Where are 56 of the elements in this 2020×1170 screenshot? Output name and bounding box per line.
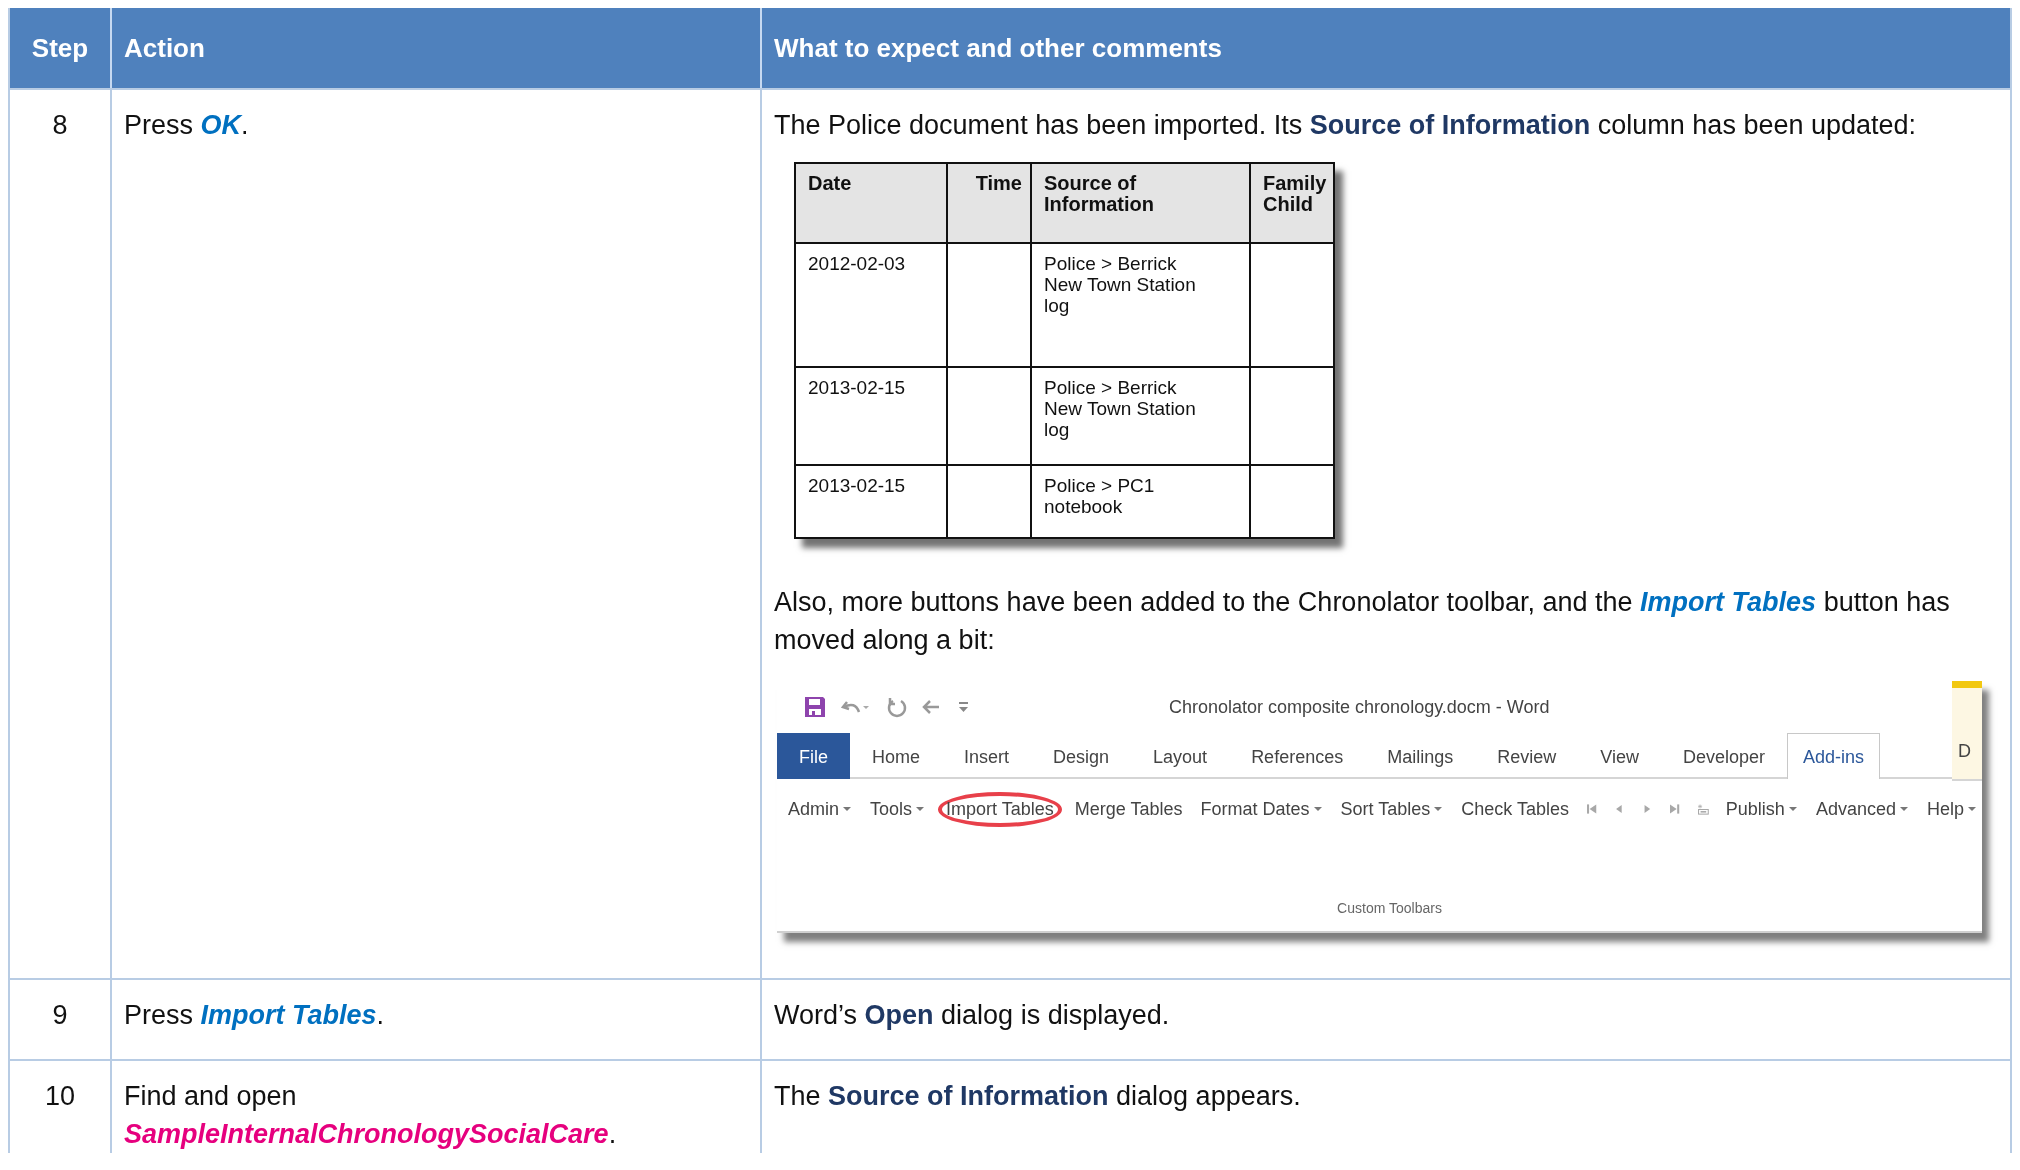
column-header: What to expect and other comments bbox=[760, 8, 2010, 88]
caret-icon bbox=[1312, 805, 1323, 813]
ribbon-tab[interactable]: Add-ins bbox=[1787, 733, 1881, 779]
ribbon-tab[interactable]: File bbox=[777, 733, 850, 779]
window-title: Chronolator composite chronology.docm - Word bbox=[1169, 696, 1550, 719]
ribbon-tab[interactable]: References bbox=[1229, 733, 1366, 779]
comment-text: The Source of Information dialog appears. bbox=[774, 1080, 1302, 1113]
action-text: Press OK. bbox=[124, 110, 249, 140]
comment-text: The Police document has been imported. Its Source of Information column has been updated: bbox=[774, 109, 1918, 142]
group-label: Custom Toolbars bbox=[1336, 899, 1443, 918]
table-cell: Police > Berrick New Town Station log bbox=[1044, 253, 1196, 316]
menu-button[interactable]: Publish bbox=[1720, 792, 1803, 826]
menu-button[interactable]: Advanced bbox=[1810, 792, 1914, 826]
table-header-cell: Date bbox=[795, 163, 947, 243]
toolbar-button[interactable]: Import Tables bbox=[938, 791, 1062, 827]
ribbon-tab[interactable]: Design bbox=[1031, 733, 1132, 779]
table-cell: Police > Berrick New Town Station log bbox=[1044, 377, 1196, 440]
caret-icon bbox=[842, 805, 853, 813]
ribbon-tab[interactable]: Layout bbox=[1131, 733, 1230, 779]
ribbon-tab[interactable]: Developer bbox=[1660, 733, 1787, 779]
ribbon-tab[interactable]: Mailings bbox=[1365, 733, 1476, 779]
menu-button[interactable]: Sort Tables bbox=[1335, 792, 1449, 826]
step-number: 10 bbox=[44, 1081, 75, 1111]
comment-text: Also, more buttons have been added to the Chronolator toolbar, and the Import Tables button has moved along a bit: bbox=[774, 586, 1951, 657]
menu-button[interactable]: Help bbox=[1921, 792, 1982, 826]
comment-text: Word’s Open dialog is displayed. bbox=[774, 999, 1171, 1032]
ribbon-tab[interactable]: View bbox=[1578, 733, 1661, 779]
redo-icon[interactable] bbox=[885, 696, 907, 718]
menu-button[interactable]: Format Dates bbox=[1195, 792, 1328, 826]
column-header: Action bbox=[110, 8, 760, 88]
action-text: Find and open SampleInternalChronologySocialCare. bbox=[124, 1081, 617, 1149]
table-header-cell: Source of Information bbox=[1031, 163, 1250, 243]
step-number: 8 bbox=[52, 110, 68, 140]
menu-button[interactable]: Tools bbox=[865, 792, 931, 826]
caret-icon bbox=[1898, 805, 1909, 813]
table-header-cell: Time bbox=[947, 163, 1031, 243]
caret-icon bbox=[1787, 805, 1798, 813]
ribbon-tab[interactable]: Review bbox=[1475, 733, 1579, 779]
caret-icon bbox=[915, 805, 926, 813]
ribbon-tab[interactable]: Insert bbox=[942, 733, 1032, 779]
step-number: 9 bbox=[52, 1000, 68, 1030]
table-cell: Police > PC1 notebook bbox=[1044, 475, 1155, 517]
action-text: Press Import Tables. bbox=[124, 1000, 385, 1030]
toolbar-button[interactable]: Merge Tables bbox=[1069, 792, 1188, 826]
column-header: Step bbox=[10, 8, 110, 88]
ribbon-tab[interactable]: D bbox=[1952, 681, 1982, 781]
caret-icon bbox=[1433, 805, 1444, 813]
ribbon-tab[interactable]: Home bbox=[850, 733, 942, 779]
table-header-cell: Family Child bbox=[1250, 163, 1334, 243]
table-cell: 2013-02-15 bbox=[808, 475, 906, 496]
caret-icon bbox=[1966, 805, 1977, 813]
table-cell: 2013-02-15 bbox=[808, 377, 906, 398]
menu-button[interactable]: Admin bbox=[783, 792, 858, 826]
save-icon[interactable] bbox=[803, 695, 827, 719]
toolbar-button[interactable]: Check Tables bbox=[1456, 792, 1574, 826]
table-cell: 2012-02-03 bbox=[808, 253, 906, 274]
